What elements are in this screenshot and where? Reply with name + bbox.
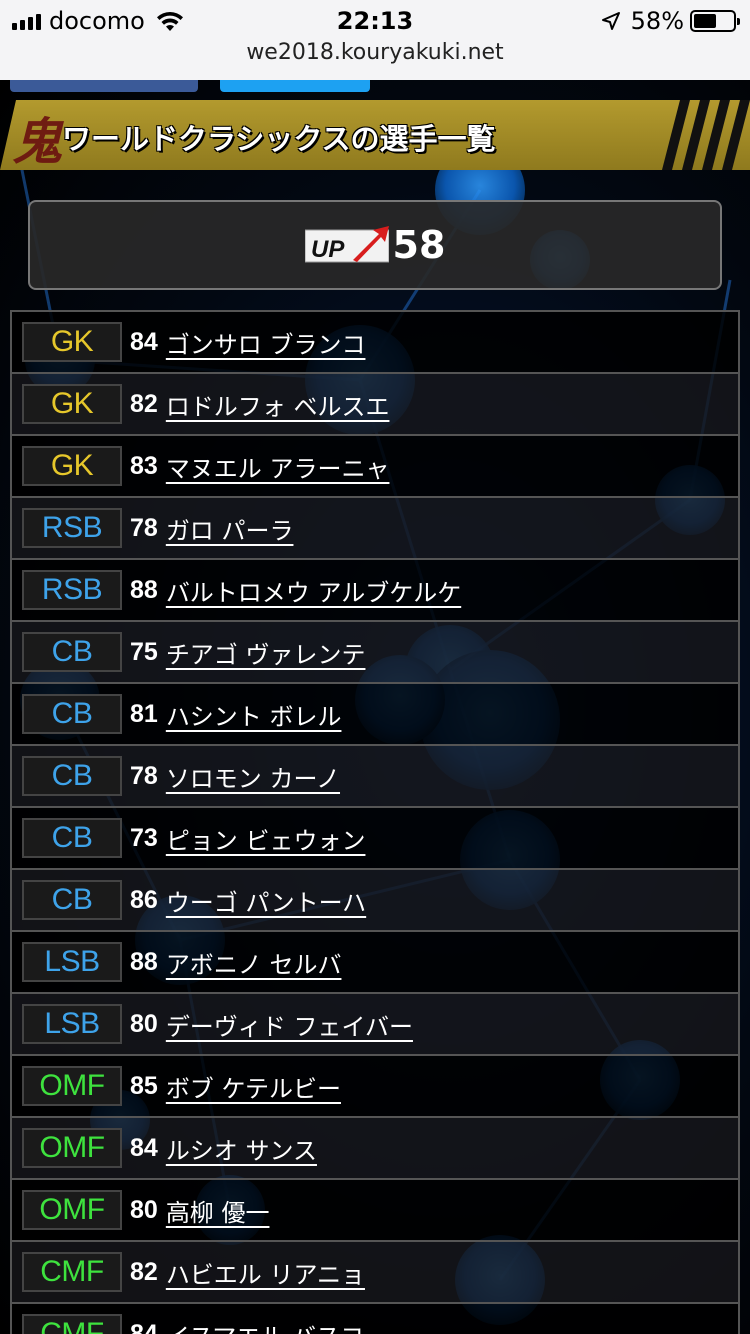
position-badge: OMF — [22, 1128, 122, 1168]
player-name-link[interactable]: チアゴ ヴァレンテ — [166, 635, 366, 670]
player-rating: 83 — [130, 451, 158, 480]
player-row: GK 82 ロドルフォ ベルスエ — [10, 374, 740, 436]
player-rating: 84 — [130, 1133, 158, 1162]
player-name-link[interactable]: ハシント ボレル — [166, 697, 342, 732]
player-name-link[interactable]: デーヴィド フェイバー — [166, 1007, 413, 1042]
player-row: RSB 88 バルトロメウ アルブケルケ — [10, 560, 740, 622]
position-badge: CB — [22, 632, 122, 672]
player-rating: 84 — [130, 1319, 158, 1334]
player-rating: 88 — [130, 947, 158, 976]
player-rating: 78 — [130, 513, 158, 542]
position-badge: GK — [22, 322, 122, 362]
position-badge: RSB — [22, 508, 122, 548]
player-row: CB 75 チアゴ ヴァレンテ — [10, 622, 740, 684]
player-name-link[interactable]: バルトロメウ アルブケルケ — [166, 573, 461, 608]
player-rating: 80 — [130, 1195, 158, 1224]
player-name-link[interactable]: ソロモン カーノ — [166, 759, 340, 794]
location-arrow-icon — [601, 12, 620, 30]
up-badge-label: UP — [311, 236, 345, 263]
player-row: CB 81 ハシント ボレル — [10, 684, 740, 746]
position-badge: OMF — [22, 1190, 122, 1230]
section-banner: 鬼 ワールドクラシックスの選手一覧 — [0, 100, 750, 170]
player-name-link[interactable]: マヌエル アラーニャ — [166, 449, 390, 484]
player-row: OMF 84 ルシオ サンス — [10, 1118, 740, 1180]
player-rating: 73 — [130, 823, 158, 852]
player-row: OMF 85 ボブ ケテルビー — [10, 1056, 740, 1118]
player-name-link[interactable]: ピョン ビェウォン — [166, 821, 366, 856]
player-rating: 82 — [130, 389, 158, 418]
player-rating: 84 — [130, 327, 158, 356]
player-name-link[interactable]: 高柳 優一 — [166, 1193, 270, 1228]
player-row: GK 83 マヌエル アラーニャ — [10, 436, 740, 498]
player-name-link[interactable]: ガロ パーラ — [166, 511, 294, 546]
page-title: ワールドクラシックスの選手一覧 — [62, 122, 496, 156]
player-name-link[interactable]: アボニノ セルバ — [166, 945, 342, 980]
position-badge: RSB — [22, 570, 122, 610]
player-row: GK 84 ゴンサロ ブランコ — [10, 312, 740, 374]
player-row: RSB 78 ガロ パーラ — [10, 498, 740, 560]
player-rating: 82 — [130, 1257, 158, 1286]
position-badge: CB — [22, 756, 122, 796]
player-rating: 75 — [130, 637, 158, 666]
up-total-box: UP 58 — [28, 200, 722, 290]
player-rating: 85 — [130, 1071, 158, 1100]
player-name-link[interactable]: ルシオ サンス — [166, 1131, 317, 1166]
battery-percent: 58% — [630, 7, 684, 35]
status-right: 58% — [601, 6, 740, 36]
position-badge: CMF — [22, 1314, 122, 1334]
position-badge: CB — [22, 880, 122, 920]
player-name-link[interactable]: ハビエル リアニョ — [166, 1255, 365, 1290]
position-badge: CMF — [22, 1252, 122, 1292]
up-arrow-icon: UP — [304, 226, 389, 263]
position-badge: CB — [22, 818, 122, 858]
player-rating: 80 — [130, 1009, 158, 1038]
position-badge: GK — [22, 384, 122, 424]
status-bar: docomo 22:13 58% we2018.kouryakuki.net — [0, 0, 750, 80]
player-row: OMF 80 高柳 優一 — [10, 1180, 740, 1242]
player-name-link[interactable]: ゴンサロ ブランコ — [166, 325, 366, 360]
player-row: CMF 82 ハビエル リアニョ — [10, 1242, 740, 1304]
player-row: CB 86 ウーゴ パントーハ — [10, 870, 740, 932]
player-rating: 88 — [130, 575, 158, 604]
player-row: CB 73 ピョン ビェウォン — [10, 808, 740, 870]
up-total-value: 58 — [392, 223, 446, 267]
position-badge: OMF — [22, 1066, 122, 1106]
player-name-link[interactable]: イスマエル バスコ — [166, 1317, 364, 1334]
position-badge: GK — [22, 446, 122, 486]
player-row: LSB 88 アボニノ セルバ — [10, 932, 740, 994]
player-name-link[interactable]: ボブ ケテルビー — [166, 1069, 341, 1104]
player-row: CB 78 ソロモン カーノ — [10, 746, 740, 808]
player-rating: 81 — [130, 699, 158, 728]
player-row: LSB 80 デーヴィド フェイバー — [10, 994, 740, 1056]
player-rating: 86 — [130, 885, 158, 914]
player-rating: 78 — [130, 761, 158, 790]
player-name-link[interactable]: ロドルフォ ベルスエ — [166, 387, 390, 422]
address-bar-url[interactable]: we2018.kouryakuki.net — [0, 40, 750, 65]
position-badge: CB — [22, 694, 122, 734]
position-badge: LSB — [22, 1004, 122, 1044]
position-badge: LSB — [22, 942, 122, 982]
battery-icon — [690, 10, 740, 32]
player-list: GK 84 ゴンサロ ブランコ GK 82 ロドルフォ ベルスエ GK 83 マヌエル アラーニ… — [10, 310, 740, 1334]
banner-stripes-decoration — [662, 100, 750, 170]
player-name-link[interactable]: ウーゴ パントーハ — [166, 883, 366, 918]
player-row: CMF 84 イスマエル バスコ — [10, 1304, 740, 1334]
